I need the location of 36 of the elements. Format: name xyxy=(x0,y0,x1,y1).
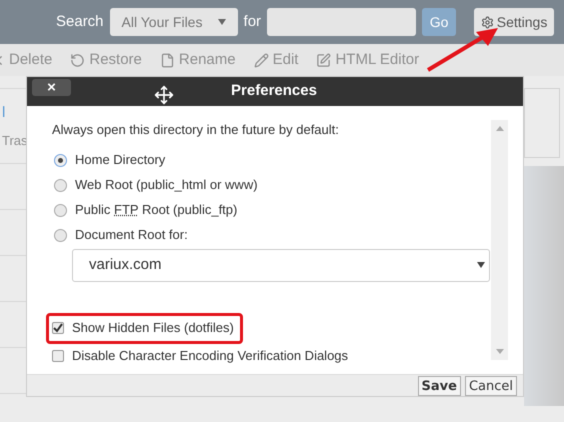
dialog-title: Preferences xyxy=(231,81,317,102)
radio-button[interactable] xyxy=(54,204,67,216)
edit-icon xyxy=(316,52,332,68)
cancel-button[interactable]: Cancel xyxy=(464,376,517,396)
scope-select[interactable]: All Your Files xyxy=(110,8,238,36)
settings-button[interactable]: Settings xyxy=(474,8,554,36)
pencil-icon xyxy=(254,52,269,68)
scrollbar[interactable] xyxy=(491,120,508,360)
search-label: Search xyxy=(56,12,104,32)
settings-icon xyxy=(480,16,494,28)
radio-label: Web Root (public_html or www) xyxy=(75,176,258,194)
checkbox[interactable] xyxy=(52,350,64,362)
go-button[interactable]: Go xyxy=(422,8,456,36)
dropdown-arrow-icon xyxy=(477,262,485,268)
save-button[interactable]: Save xyxy=(418,376,461,396)
scroll-up-icon xyxy=(496,126,504,131)
checkbox-label: Disable Character Encoding Verification Dialogs xyxy=(72,347,348,366)
undo-icon xyxy=(70,52,86,68)
checkbox[interactable] xyxy=(52,322,64,334)
radio-button[interactable] xyxy=(54,178,67,192)
for-label: for xyxy=(244,12,262,32)
move-icon xyxy=(154,85,174,105)
checkbox-label: Show Hidden Files (dotfiles) xyxy=(72,319,234,338)
scroll-down-icon xyxy=(496,349,504,354)
radio-label: Home Directory xyxy=(75,151,166,170)
file-icon xyxy=(160,52,175,68)
search-field[interactable] xyxy=(267,8,416,36)
prompt-text: Always open this directory in the future by default: xyxy=(52,121,340,139)
radio-button[interactable] xyxy=(54,154,67,166)
dropdown-arrow-icon xyxy=(218,19,226,25)
radio-button[interactable] xyxy=(54,228,67,242)
document-root-select[interactable]: variux.com xyxy=(72,248,490,282)
radio-label: Document Root for: xyxy=(75,226,188,244)
link-text[interactable]: l xyxy=(2,105,26,120)
close-button[interactable]: × xyxy=(32,79,71,96)
radio-label: Public FTP Root (public_ftp) xyxy=(75,201,238,220)
